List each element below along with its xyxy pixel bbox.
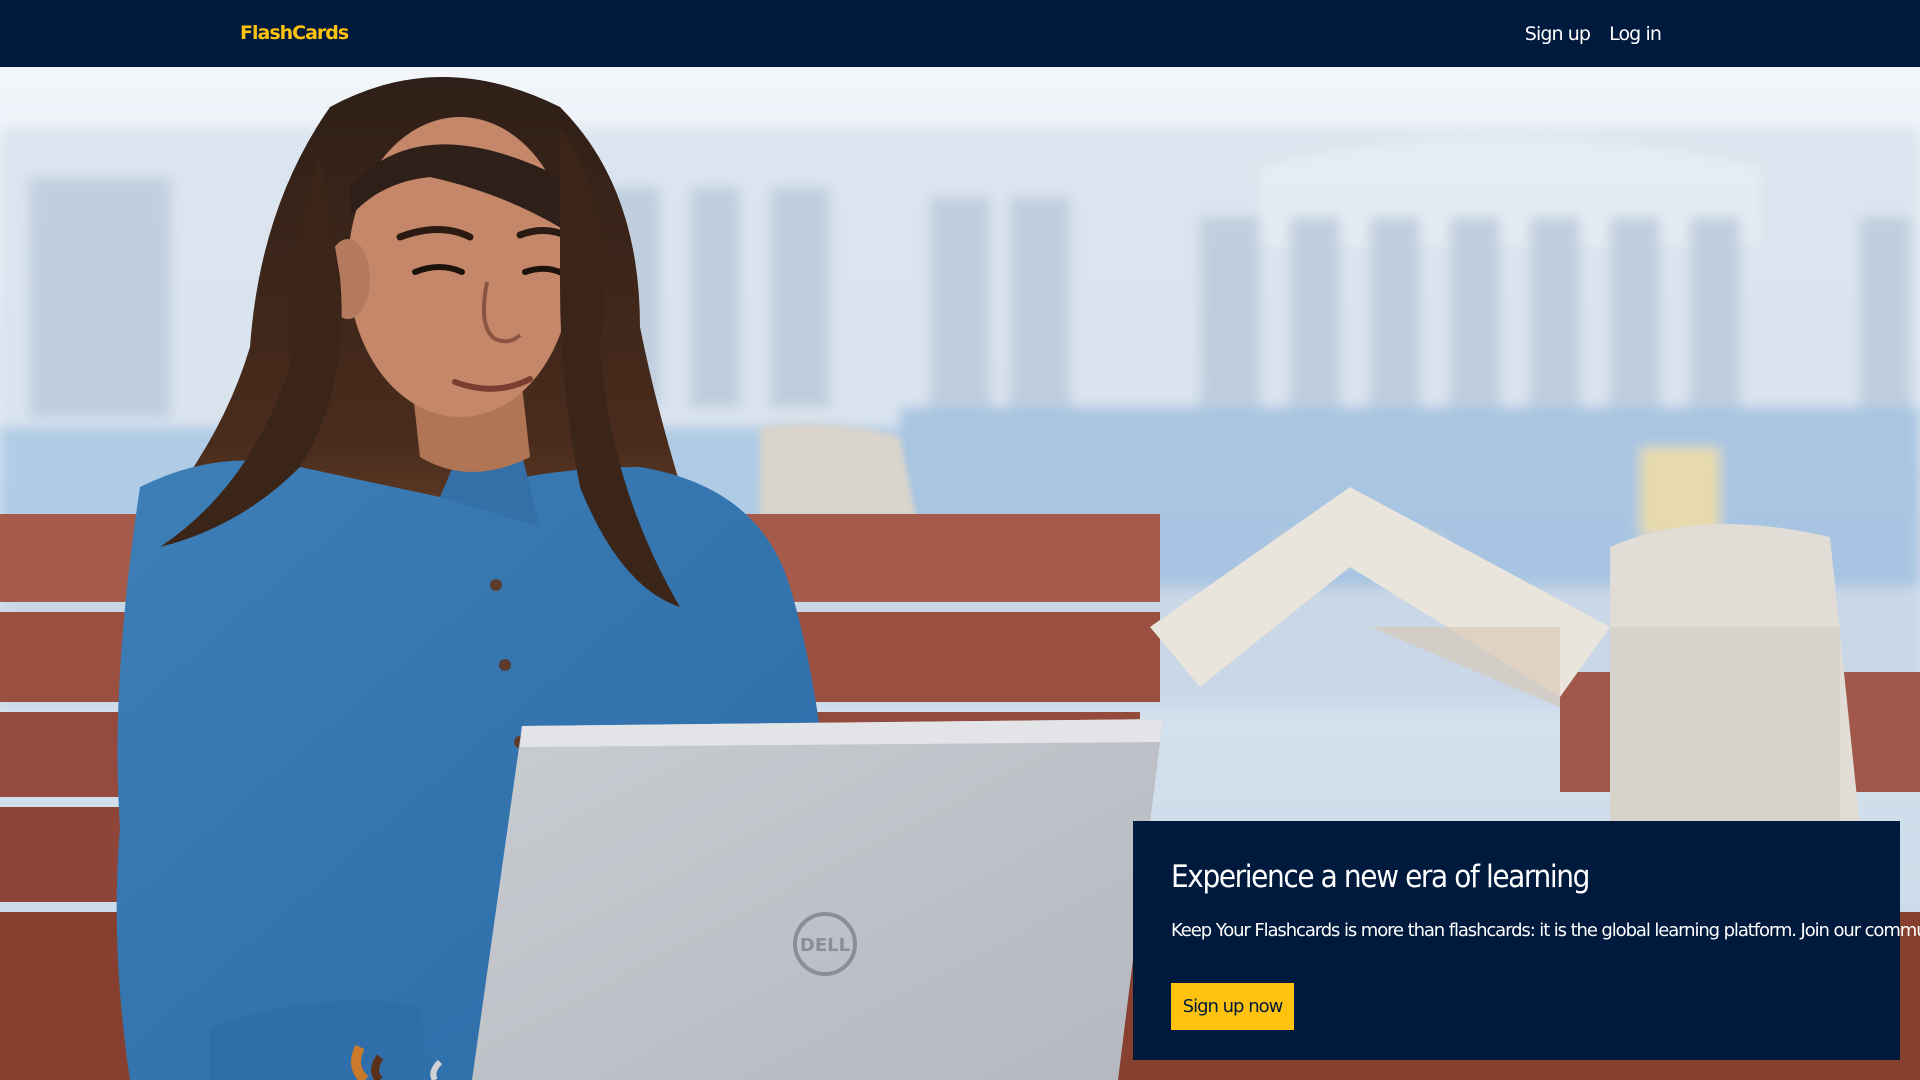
cta-description: Keep Your Flashcards is more than flashc…	[1171, 920, 1920, 941]
top-navbar: FlashCards Sign up Log in	[0, 0, 1920, 67]
signup-now-button[interactable]: Sign up now	[1171, 983, 1294, 1030]
nav-signup-link[interactable]: Sign up	[1525, 23, 1591, 45]
cta-title: Experience a new era of learning	[1171, 857, 1590, 895]
cta-card: Experience a new era of learning Keep Yo…	[1133, 821, 1920, 1060]
nav-links: Sign up Log in	[1525, 0, 1662, 67]
brand-logo-link[interactable]: FlashCards	[240, 0, 349, 67]
svg-text:DELL: DELL	[800, 935, 850, 956]
nav-login-link[interactable]: Log in	[1609, 23, 1662, 45]
